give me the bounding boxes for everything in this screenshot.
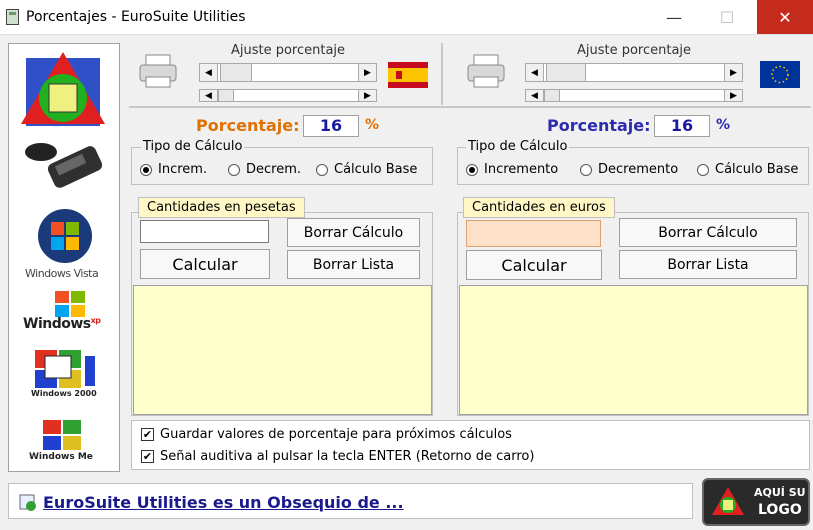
- beep-enter-checkbox[interactable]: ✔: [141, 450, 154, 463]
- scroll-left-arrow-icon[interactable]: ◀: [526, 90, 544, 101]
- your-logo-badge[interactable]: AQUÍ SU LOGO: [702, 478, 810, 526]
- percent-sign: %: [365, 117, 380, 133]
- save-percent-option[interactable]: ✔ Guardar valores de porcentaje para próx…: [141, 427, 512, 442]
- scroll-right-arrow-icon[interactable]: ▶: [724, 90, 742, 101]
- logo-badge-line2: LOGO: [758, 502, 802, 518]
- windows-vista-label: Windows Vista: [25, 267, 99, 280]
- scroll-right-arrow-icon[interactable]: ▶: [724, 64, 742, 81]
- top-separator: [129, 106, 811, 108]
- print-icon[interactable]: [138, 53, 178, 89]
- radio-increment[interactable]: Increm.: [140, 162, 207, 177]
- usb-key-icon: [25, 143, 103, 188]
- euros-input[interactable]: [466, 220, 601, 247]
- clear-list-button[interactable]: Borrar Lista: [619, 250, 797, 279]
- window-title: Porcentajes - EuroSuite Utilities: [26, 9, 246, 25]
- minimize-button[interactable]: —: [651, 0, 697, 34]
- radio-base[interactable]: Cálculo Base: [316, 162, 417, 177]
- pesetas-result-list[interactable]: [133, 285, 432, 415]
- windows-2000-logo-icon: [35, 350, 95, 388]
- windows-me-logo-icon: [43, 420, 81, 450]
- close-button[interactable]: ✕: [757, 0, 813, 34]
- pesetas-tab: Cantidades en pesetas: [138, 197, 305, 218]
- pesetas-input[interactable]: [140, 220, 269, 243]
- percent-scrollbar[interactable]: ◀ ▶: [525, 63, 743, 82]
- calculate-button[interactable]: Calcular: [140, 249, 270, 279]
- scroll-right-arrow-icon[interactable]: ▶: [358, 64, 376, 81]
- radio-increment[interactable]: Incremento: [466, 162, 558, 177]
- windows-xp-logo-icon: [55, 291, 85, 317]
- clear-calc-button[interactable]: Borrar Cálculo: [619, 218, 797, 247]
- panel-divider: [441, 43, 443, 105]
- radio-increment-dot[interactable]: [140, 163, 152, 176]
- radio-increment-dot[interactable]: [466, 163, 478, 176]
- percent-sign: %: [716, 117, 731, 133]
- gift-link-bar[interactable]: EuroSuite Utilities es un Obsequio de ..…: [8, 483, 693, 519]
- logo-badge-line1: AQUÍ SU: [754, 486, 806, 499]
- logo-column: Windows Vista Windowsxp Windows 2000 Win…: [8, 43, 120, 472]
- maximize-button[interactable]: ☐: [704, 0, 750, 34]
- percent-label: Porcentaje:: [547, 116, 651, 135]
- eu-flag-icon[interactable]: [760, 61, 800, 88]
- eurosuite-logo-icon: [21, 52, 105, 126]
- adjust-percent-label: Ajuste porcentaje: [576, 43, 692, 58]
- radio-decrement-dot[interactable]: [228, 163, 240, 176]
- percent-value-input[interactable]: 16: [303, 115, 359, 137]
- euros-result-list[interactable]: [459, 285, 808, 415]
- adjust-percent-label: Ajuste porcentaje: [230, 43, 346, 58]
- scroll-thumb[interactable]: [544, 90, 560, 101]
- scroll-left-arrow-icon[interactable]: ◀: [526, 64, 544, 81]
- fine-percent-scrollbar[interactable]: ◀ ▶: [525, 89, 743, 102]
- save-percent-checkbox[interactable]: ✔: [141, 428, 154, 441]
- logo-badge-icon: [712, 487, 744, 515]
- calc-type-group-title: Tipo de Cálculo: [466, 139, 570, 154]
- fine-percent-scrollbar[interactable]: ◀ ▶: [199, 89, 377, 102]
- scroll-thumb[interactable]: [546, 64, 586, 81]
- app-icon: [6, 9, 19, 25]
- clear-list-button[interactable]: Borrar Lista: [287, 250, 420, 279]
- print-icon[interactable]: [466, 53, 506, 89]
- beep-enter-option[interactable]: ✔ Señal auditiva al pulsar la tecla ENTER…: [141, 449, 534, 464]
- radio-base-dot[interactable]: [697, 163, 709, 176]
- calc-type-group-title: Tipo de Cálculo: [141, 139, 245, 154]
- calculate-button[interactable]: Calcular: [466, 250, 602, 280]
- radio-decrement[interactable]: Decremento: [580, 162, 678, 177]
- spain-flag-icon[interactable]: [388, 62, 428, 88]
- link-globe-icon: [19, 494, 36, 511]
- windows-me-label: Windows Me: [29, 452, 93, 462]
- clear-calc-button[interactable]: Borrar Cálculo: [287, 218, 420, 247]
- windows-vista-logo-icon: [38, 209, 92, 263]
- title-bar: Porcentajes - EuroSuite Utilities — ☐ ✕: [0, 0, 813, 35]
- percent-label: Porcentaje:: [196, 116, 300, 135]
- radio-base[interactable]: Cálculo Base: [697, 162, 798, 177]
- windows-2000-label: Windows 2000: [31, 389, 97, 398]
- scroll-left-arrow-icon[interactable]: ◀: [200, 90, 218, 101]
- radio-decrement[interactable]: Decrem.: [228, 162, 301, 177]
- euros-tab: Cantidades en euros: [463, 197, 615, 218]
- scroll-left-arrow-icon[interactable]: ◀: [200, 64, 218, 81]
- scroll-thumb[interactable]: [218, 90, 234, 101]
- radio-decrement-dot[interactable]: [580, 163, 592, 176]
- scroll-thumb[interactable]: [220, 64, 252, 81]
- radio-base-dot[interactable]: [316, 163, 328, 176]
- gift-link-text[interactable]: EuroSuite Utilities es un Obsequio de ..…: [43, 493, 404, 512]
- percent-value-input[interactable]: 16: [654, 115, 710, 137]
- windows-xp-label: Windowsxp: [23, 316, 101, 332]
- percent-scrollbar[interactable]: ◀ ▶: [199, 63, 377, 82]
- scroll-right-arrow-icon[interactable]: ▶: [358, 90, 376, 101]
